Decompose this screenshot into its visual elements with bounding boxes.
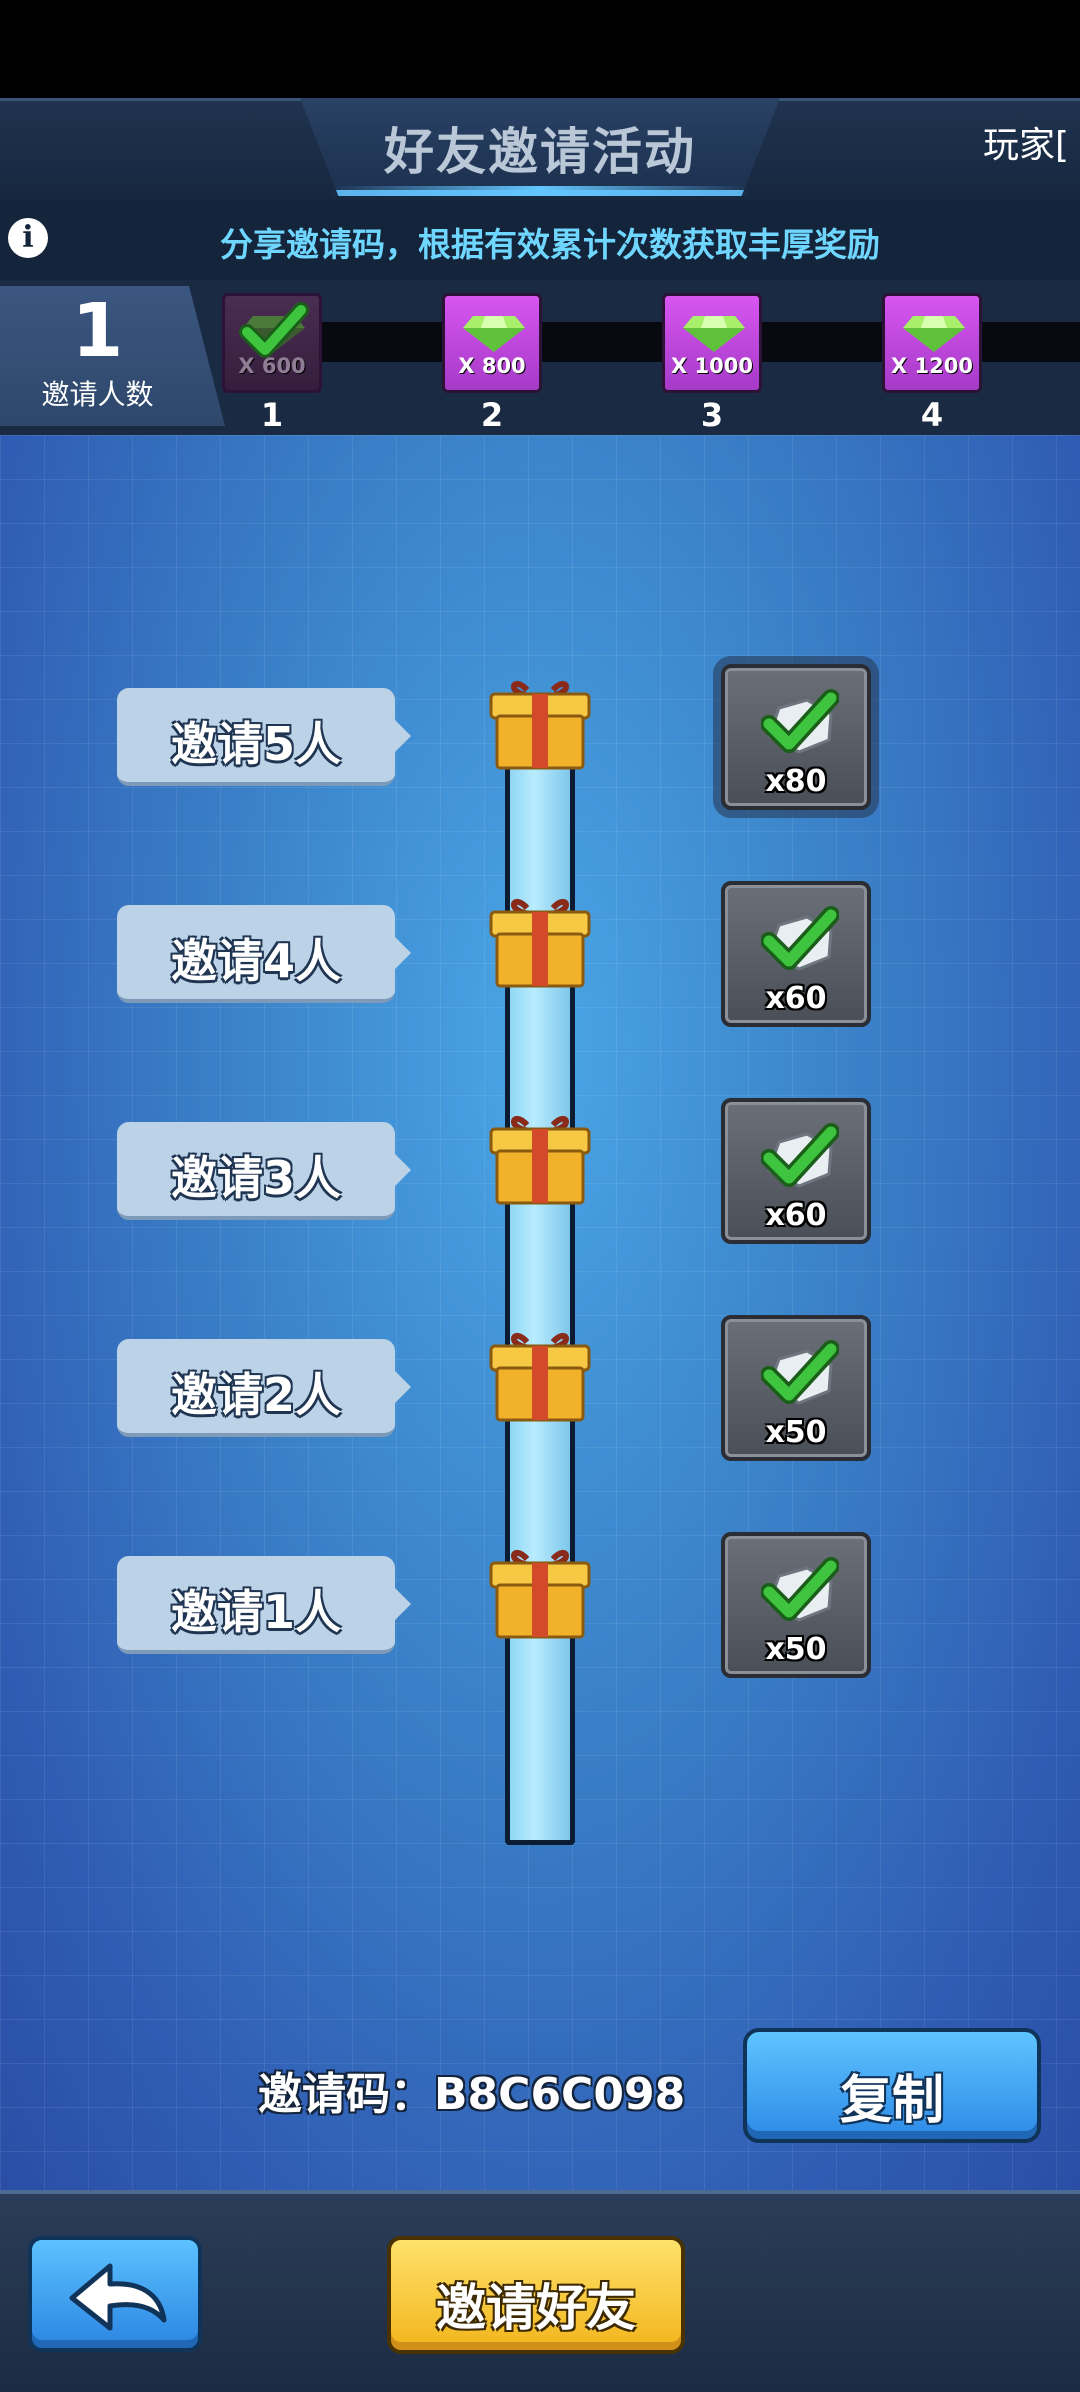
invite-count-label: 邀请人数 xyxy=(41,378,154,411)
subtitle: 分享邀请码，根据有效累计次数获取丰厚奖励 xyxy=(220,225,880,264)
gift-icon[interactable] xyxy=(487,1107,593,1207)
reward-box-3[interactable]: x60 xyxy=(721,1098,871,1244)
milestone-label-3: 邀请3人 xyxy=(117,1122,411,1220)
copy-button[interactable]: 复制 xyxy=(743,2028,1041,2143)
gift-icon[interactable] xyxy=(487,890,593,990)
invite-friends-label: 邀请好友 xyxy=(436,2279,636,2337)
tier-number-4: 4 xyxy=(920,396,944,434)
check-icon xyxy=(761,906,839,970)
milestone-text: 邀请3人 xyxy=(170,1151,341,1205)
reward-quantity: x60 xyxy=(765,981,827,1016)
milestone-label-1: 邀请1人 xyxy=(117,1556,411,1654)
milestone-text: 邀请1人 xyxy=(170,1585,341,1639)
tier-number-2: 2 xyxy=(480,396,504,434)
tier-reward-3[interactable]: X 1000 xyxy=(662,293,762,393)
reward-quantity: x80 xyxy=(765,764,827,799)
milestone-label-2: 邀请2人 xyxy=(117,1339,411,1437)
milestone-text: 邀请4人 xyxy=(170,934,341,988)
milestone-label-5: 邀请5人 xyxy=(117,688,411,786)
check-icon xyxy=(239,302,309,358)
gift-icon[interactable] xyxy=(487,1324,593,1424)
invite-friends-button[interactable]: 邀请好友 xyxy=(387,2236,685,2354)
tier-number-1: 1 xyxy=(260,396,284,434)
gem-icon xyxy=(683,316,745,352)
tier-reward-1[interactable]: X 600 xyxy=(222,293,322,393)
reward-quantity: x50 xyxy=(765,1632,827,1667)
title-glow xyxy=(330,186,750,196)
page-title: 好友邀请活动 xyxy=(384,123,696,181)
check-icon xyxy=(761,1340,839,1404)
check-icon xyxy=(761,1557,839,1621)
check-icon xyxy=(761,689,839,753)
back-arrow-icon xyxy=(69,2263,167,2331)
tier-number-3: 3 xyxy=(700,396,724,434)
reward-box-1[interactable]: x50 xyxy=(721,1532,871,1678)
gift-icon[interactable] xyxy=(487,672,593,772)
reward-box-2[interactable]: x50 xyxy=(721,1315,871,1461)
tier-amount: X 1000 xyxy=(671,354,753,378)
info-icon[interactable]: i xyxy=(8,218,48,258)
tier-amount: X 1200 xyxy=(891,354,973,378)
milestone-text: 邀请5人 xyxy=(170,717,341,771)
milestone-label-4: 邀请4人 xyxy=(117,905,411,1003)
tier-amount: X 800 xyxy=(458,354,526,378)
milestone-text: 邀请2人 xyxy=(170,1368,341,1422)
gift-icon[interactable] xyxy=(487,1541,593,1641)
status-bar xyxy=(0,0,1080,98)
reward-quantity: x50 xyxy=(765,1415,827,1450)
invite-code-label: 邀请码：B8C6C098 xyxy=(258,2069,686,2120)
tier-reward-2[interactable]: X 800 xyxy=(442,293,542,393)
check-icon xyxy=(761,1123,839,1187)
reward-box-5[interactable]: x80 xyxy=(721,664,871,810)
gem-icon xyxy=(903,316,965,352)
reward-box-4[interactable]: x60 xyxy=(721,881,871,1027)
player-label: 玩家[ xyxy=(983,125,1070,166)
copy-button-label: 复制 xyxy=(839,2071,944,2131)
gem-icon xyxy=(463,316,525,352)
reward-quantity: x60 xyxy=(765,1198,827,1233)
back-button[interactable] xyxy=(28,2236,202,2352)
tier-reward-4[interactable]: X 1200 xyxy=(882,293,982,393)
invite-count-value: 1 xyxy=(71,288,124,374)
